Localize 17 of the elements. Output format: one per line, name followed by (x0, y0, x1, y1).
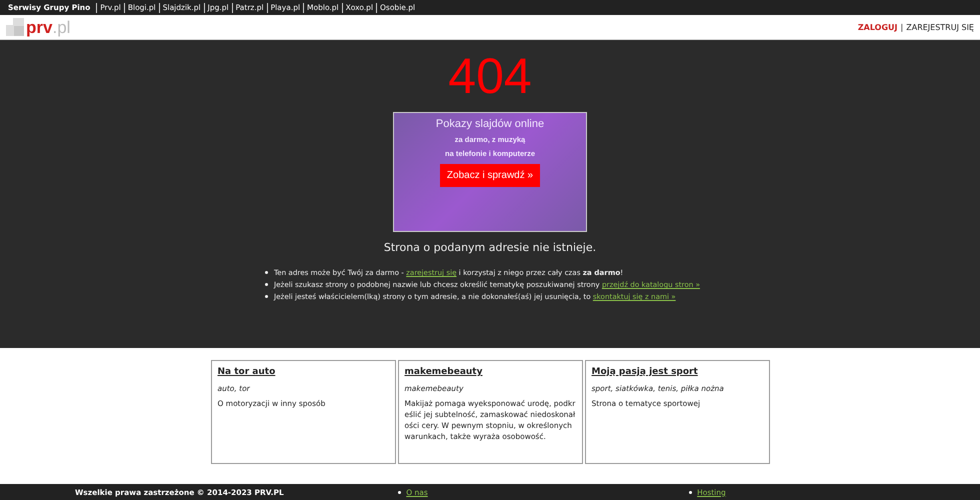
site-title-link[interactable]: makemebeauty (404, 367, 482, 377)
logo-icon (6, 18, 24, 36)
error-message: Strona o podanym adresie nie istnieje. (384, 241, 596, 254)
register-link[interactable]: ZAREJESTRUJ SIĘ (906, 22, 974, 32)
bullet-icon (398, 490, 402, 494)
bullet-icon (265, 295, 268, 298)
login-link[interactable]: ZALOGUJ (858, 22, 898, 32)
ad-button[interactable]: Zobacz i sprawdź » (440, 164, 540, 187)
error-code: 404 (448, 50, 532, 102)
logo-text[interactable]: prv.pl (26, 18, 70, 36)
ad-title: Pokazy slajdów online (436, 118, 544, 130)
site-title-link[interactable]: Moją pasją jest sport (592, 367, 698, 377)
bullet-icon (265, 271, 268, 274)
site-title-link[interactable]: Na tor auto (218, 367, 276, 377)
bullet-icon (265, 283, 268, 286)
separator: | (900, 22, 904, 32)
bullet-icon (689, 490, 692, 494)
